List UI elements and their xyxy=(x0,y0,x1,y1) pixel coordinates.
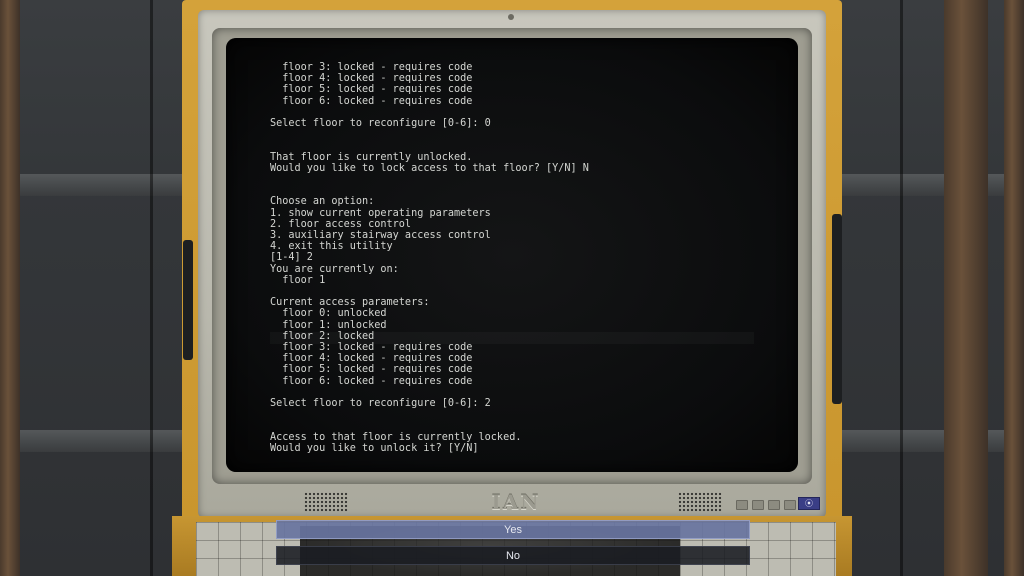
monitor-control-button xyxy=(784,500,796,510)
terminal-line: floor 4: locked - requires code xyxy=(270,73,473,85)
wall-seam xyxy=(150,0,153,576)
dialog-option-yes[interactable]: Yes xyxy=(276,520,750,539)
wall-pillar-right-edge xyxy=(1004,0,1024,576)
terminal-line: Current access parameters: xyxy=(270,297,430,309)
terminal-line: floor 1 xyxy=(270,274,326,286)
terminal-output: floor 3: locked - requires code floor 4:… xyxy=(226,38,798,472)
terminal-line: floor 2: locked xyxy=(270,330,375,342)
wall-seam xyxy=(900,0,903,576)
terminal-line: 3. auxiliary stairway access control xyxy=(270,230,491,241)
terminal-line: floor 4: locked - requires code xyxy=(270,353,473,365)
crt-screen: floor 3: locked - requires code floor 4:… xyxy=(226,38,798,472)
monitor-control-button xyxy=(768,500,780,510)
monitor-clip-left xyxy=(183,240,193,360)
monitor-control-button xyxy=(736,500,748,510)
terminal-line: Select floor to reconfigure [0-6]: 0 xyxy=(270,118,491,129)
monitor-control-button xyxy=(752,500,764,510)
terminal-line: floor 5: locked - requires code xyxy=(270,84,473,96)
terminal-line: 1. show current operating parameters xyxy=(270,207,491,219)
terminal-line: Would you like to unlock it? [Y/N] xyxy=(270,442,479,454)
terminal-line: floor 3: locked - requires code xyxy=(270,62,473,73)
monitor-brand-logo: IAN xyxy=(491,490,541,514)
terminal-line: [1-4] 2 xyxy=(270,252,313,264)
terminal-line: Access to that floor is currently locked… xyxy=(270,431,522,443)
terminal-line: Select floor to reconfigure [0-6]: 2 xyxy=(270,398,491,409)
wall-pillar-left xyxy=(0,0,20,576)
terminal-line: floor 1: unlocked xyxy=(270,319,387,331)
terminal-line: That floor is currently unlocked. xyxy=(270,151,473,163)
power-icon: ⦿ xyxy=(798,497,820,510)
terminal-line: floor 6: locked - requires code xyxy=(270,95,473,107)
terminal-line: 2. floor access control xyxy=(270,218,412,230)
screw-icon xyxy=(508,14,514,20)
speaker-grille-right xyxy=(678,492,722,512)
monitor-clip-right xyxy=(832,214,842,404)
terminal-line: floor 5: locked - requires code xyxy=(270,364,473,376)
terminal-line: You are currently on: xyxy=(270,263,399,275)
speaker-grille-left xyxy=(304,492,348,512)
terminal-line: floor 3: locked - requires code xyxy=(270,342,473,353)
terminal-line: 4. exit this utility xyxy=(270,241,393,253)
terminal-line: floor 0: unlocked xyxy=(270,308,387,320)
terminal-line: Choose an option: xyxy=(270,196,375,208)
wall-pillar-right xyxy=(944,0,988,576)
terminal-line: floor 6: locked - requires code xyxy=(270,375,473,387)
dialog-option-no[interactable]: No xyxy=(276,546,750,565)
terminal-line: Would you like to lock access to that fl… xyxy=(270,162,589,174)
